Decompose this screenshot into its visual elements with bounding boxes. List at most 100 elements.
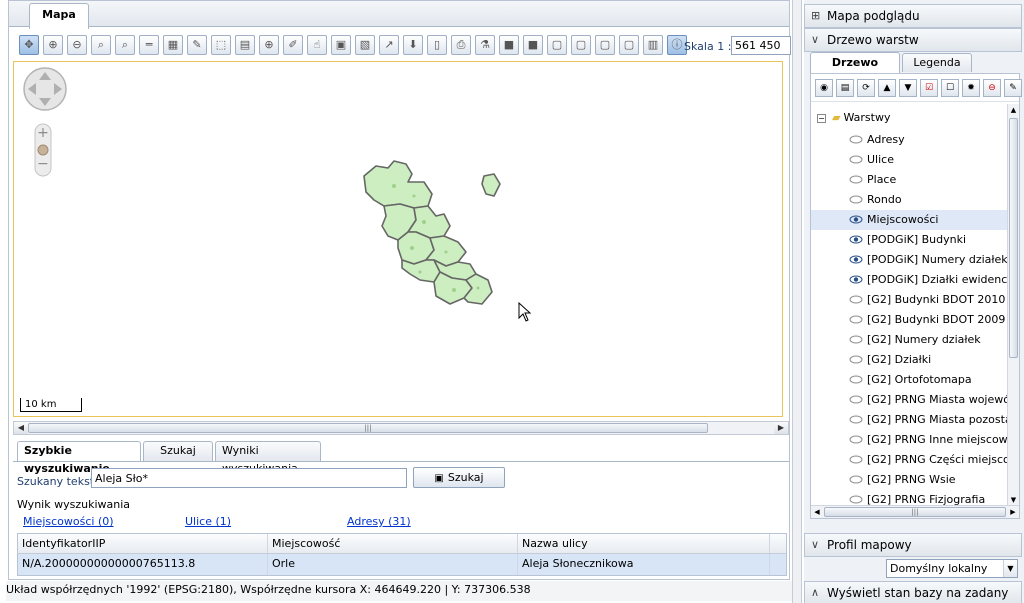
tree-layer-item[interactable]: [G2] PRNG Fizjografia xyxy=(811,490,1007,506)
eye-closed-icon[interactable] xyxy=(849,435,863,444)
tree-layer-item[interactable]: Adresy xyxy=(811,130,1007,150)
accordion-db-state[interactable]: ∧ Wyświetl stan bazy na zadany dzień xyxy=(804,581,1022,603)
document-icon[interactable]: ▯ xyxy=(427,35,447,55)
tab-quick-search[interactable]: Szybkie wyszukiwanie xyxy=(17,441,141,475)
tree-layer-item[interactable]: [PODGiK] Budynki xyxy=(811,230,1007,250)
eye-open-icon[interactable] xyxy=(849,235,863,244)
zoom-box-icon[interactable]: ⌕ xyxy=(91,35,111,55)
eye-closed-icon[interactable] xyxy=(849,495,863,504)
tree-layer-item[interactable]: [G2] Budynki BDOT 2009 xyxy=(811,310,1007,330)
column-header[interactable]: Nazwa ulicy xyxy=(518,534,770,553)
tree-layer-item[interactable]: [PODGiK] Numery działek ewide xyxy=(811,250,1007,270)
chart-icon[interactable]: ↗ xyxy=(379,35,399,55)
column-header[interactable]: IdentyfikatorIIP xyxy=(18,534,268,553)
tree-layer-item[interactable]: [G2] Budynki BDOT 2010 xyxy=(811,290,1007,310)
tree-layer-item[interactable]: [G2] Ortofotomapa xyxy=(811,370,1007,390)
zoom-slider-icon[interactable]: + − xyxy=(32,122,54,178)
eye-open-icon[interactable] xyxy=(849,215,863,224)
eye-closed-icon[interactable] xyxy=(849,475,863,484)
scrollbar-thumb[interactable] xyxy=(1009,118,1018,358)
edit-layer-icon[interactable]: ▧ xyxy=(355,35,375,55)
tree-layer-item[interactable]: [G2] PRNG Wsie xyxy=(811,470,1007,490)
edit-icon[interactable]: ✎ xyxy=(1004,79,1022,97)
tree-layer-item[interactable]: Miejscowości xyxy=(811,210,1007,230)
scroll-up-icon[interactable]: ▲ xyxy=(1008,104,1019,116)
tree-layer-item[interactable]: [G2] Działki xyxy=(811,350,1007,370)
eye-closed-icon[interactable] xyxy=(849,195,863,204)
tree-layer-item[interactable]: [G2] PRNG Miasta pozostałe xyxy=(811,410,1007,430)
pan-control-icon[interactable] xyxy=(22,66,68,112)
book-icon[interactable]: ▥ xyxy=(643,35,663,55)
add-layer-icon[interactable]: ▤ xyxy=(836,79,854,97)
pan-tool-icon[interactable]: ✥ xyxy=(19,35,39,55)
move-up-icon[interactable]: ▲ xyxy=(878,79,896,97)
select-icon[interactable]: ⬚ xyxy=(211,35,231,55)
eye-closed-icon[interactable] xyxy=(849,315,863,324)
chevron-down-icon[interactable]: ▼ xyxy=(1003,560,1017,577)
tree-horizontal-scrollbar[interactable]: ◀ ||| ▶ xyxy=(811,505,1019,518)
panel-splitter[interactable] xyxy=(792,0,802,603)
eye-closed-icon[interactable] xyxy=(849,135,863,144)
uncheck-all-icon[interactable]: ☐ xyxy=(941,79,959,97)
crosshair-icon[interactable]: ⊕ xyxy=(259,35,279,55)
camera-icon[interactable]: ■ xyxy=(499,35,519,55)
tab-legend[interactable]: Legenda xyxy=(902,53,972,72)
zoom-out-icon[interactable]: ⊖ xyxy=(67,35,87,55)
eye-closed-icon[interactable] xyxy=(849,355,863,364)
profile-select[interactable]: Domyślny lokalny ▼ xyxy=(886,559,1018,578)
add-layer-icon[interactable]: ▣ xyxy=(331,35,351,55)
refresh-icon[interactable]: ⟳ xyxy=(857,79,875,97)
tree-vertical-scrollbar[interactable]: ▲ ▼ xyxy=(1007,104,1019,506)
clear-selection-icon[interactable]: ✐ xyxy=(283,35,303,55)
move-down-icon[interactable]: ▼ xyxy=(899,79,917,97)
column-header[interactable]: Miejscowość xyxy=(268,534,518,553)
settings-icon[interactable]: ✹ xyxy=(962,79,980,97)
eye-open-icon[interactable] xyxy=(849,275,863,284)
table-row[interactable]: N/A.20000000000000765113.8 Orle Aleja Sł… xyxy=(18,554,786,575)
eye-closed-icon[interactable] xyxy=(849,395,863,404)
tree-layer-item[interactable]: [G2] PRNG Miasta wojewódzk xyxy=(811,390,1007,410)
eye-closed-icon[interactable] xyxy=(849,155,863,164)
measure-distance-icon[interactable]: ═ xyxy=(139,35,159,55)
eye-closed-icon[interactable] xyxy=(849,295,863,304)
eye-closed-icon[interactable] xyxy=(849,415,863,424)
scroll-left-icon[interactable]: ◀ xyxy=(811,506,823,518)
map-horizontal-scrollbar[interactable]: ◀ ||| ▶ xyxy=(13,421,789,435)
tab-layer-tree[interactable]: Drzewo warstw xyxy=(810,52,900,88)
scrollbar-thumb[interactable]: ||| xyxy=(824,507,1006,517)
zoom-in-icon[interactable]: ⊕ xyxy=(43,35,63,55)
accordion-layer-tree[interactable]: ∨ Drzewo warstw xyxy=(804,28,1022,52)
tree-root[interactable]: − ▰ Warstwy xyxy=(817,109,890,127)
show-layer-icon[interactable]: ◉ xyxy=(815,79,833,97)
flask-icon[interactable]: ⚗ xyxy=(475,35,495,55)
eye-closed-icon[interactable] xyxy=(849,175,863,184)
eye-open-icon[interactable] xyxy=(849,255,863,264)
pencil-icon[interactable]: ✎ xyxy=(187,35,207,55)
print-icon[interactable]: ⎙ xyxy=(451,35,471,55)
tab-mapa[interactable]: Mapa xyxy=(29,3,89,29)
export-pdf-icon[interactable]: ▢ xyxy=(547,35,567,55)
export-img-icon[interactable]: ▢ xyxy=(619,35,639,55)
check-all-icon[interactable]: ☑ xyxy=(920,79,938,97)
scroll-right-icon[interactable]: ▶ xyxy=(1007,506,1019,518)
zoom-extent-icon[interactable]: ⌕ xyxy=(115,35,135,55)
tree-layer-item[interactable]: Rondo xyxy=(811,190,1007,210)
link-addresses[interactable]: Adresy (31) xyxy=(347,515,411,528)
select-point-icon[interactable]: ☝ xyxy=(307,35,327,55)
remove-icon[interactable]: ⊖ xyxy=(983,79,1001,97)
video-icon[interactable]: ■ xyxy=(523,35,543,55)
scroll-right-icon[interactable]: ▶ xyxy=(774,422,788,434)
search-button[interactable]: ▣ Szukaj xyxy=(413,467,505,488)
tab-search-results[interactable]: Wyniki wyszukiwania xyxy=(215,441,321,475)
tree-layer-item[interactable]: Ulice xyxy=(811,150,1007,170)
download-icon[interactable]: ⬇ xyxy=(403,35,423,55)
tree-layer-item[interactable]: [G2] PRNG Inne miejscowości xyxy=(811,430,1007,450)
scroll-left-icon[interactable]: ◀ xyxy=(14,422,28,434)
map-canvas[interactable]: + − 10 km xyxy=(13,61,783,417)
search-input[interactable] xyxy=(91,468,407,488)
link-streets[interactable]: Ulice (1) xyxy=(185,515,231,528)
export-dxf-icon[interactable]: ▢ xyxy=(571,35,591,55)
scale-input[interactable] xyxy=(731,36,791,55)
accordion-map-profile[interactable]: ∨ Profil mapowy xyxy=(804,533,1022,557)
collapse-icon[interactable]: − xyxy=(817,114,826,123)
